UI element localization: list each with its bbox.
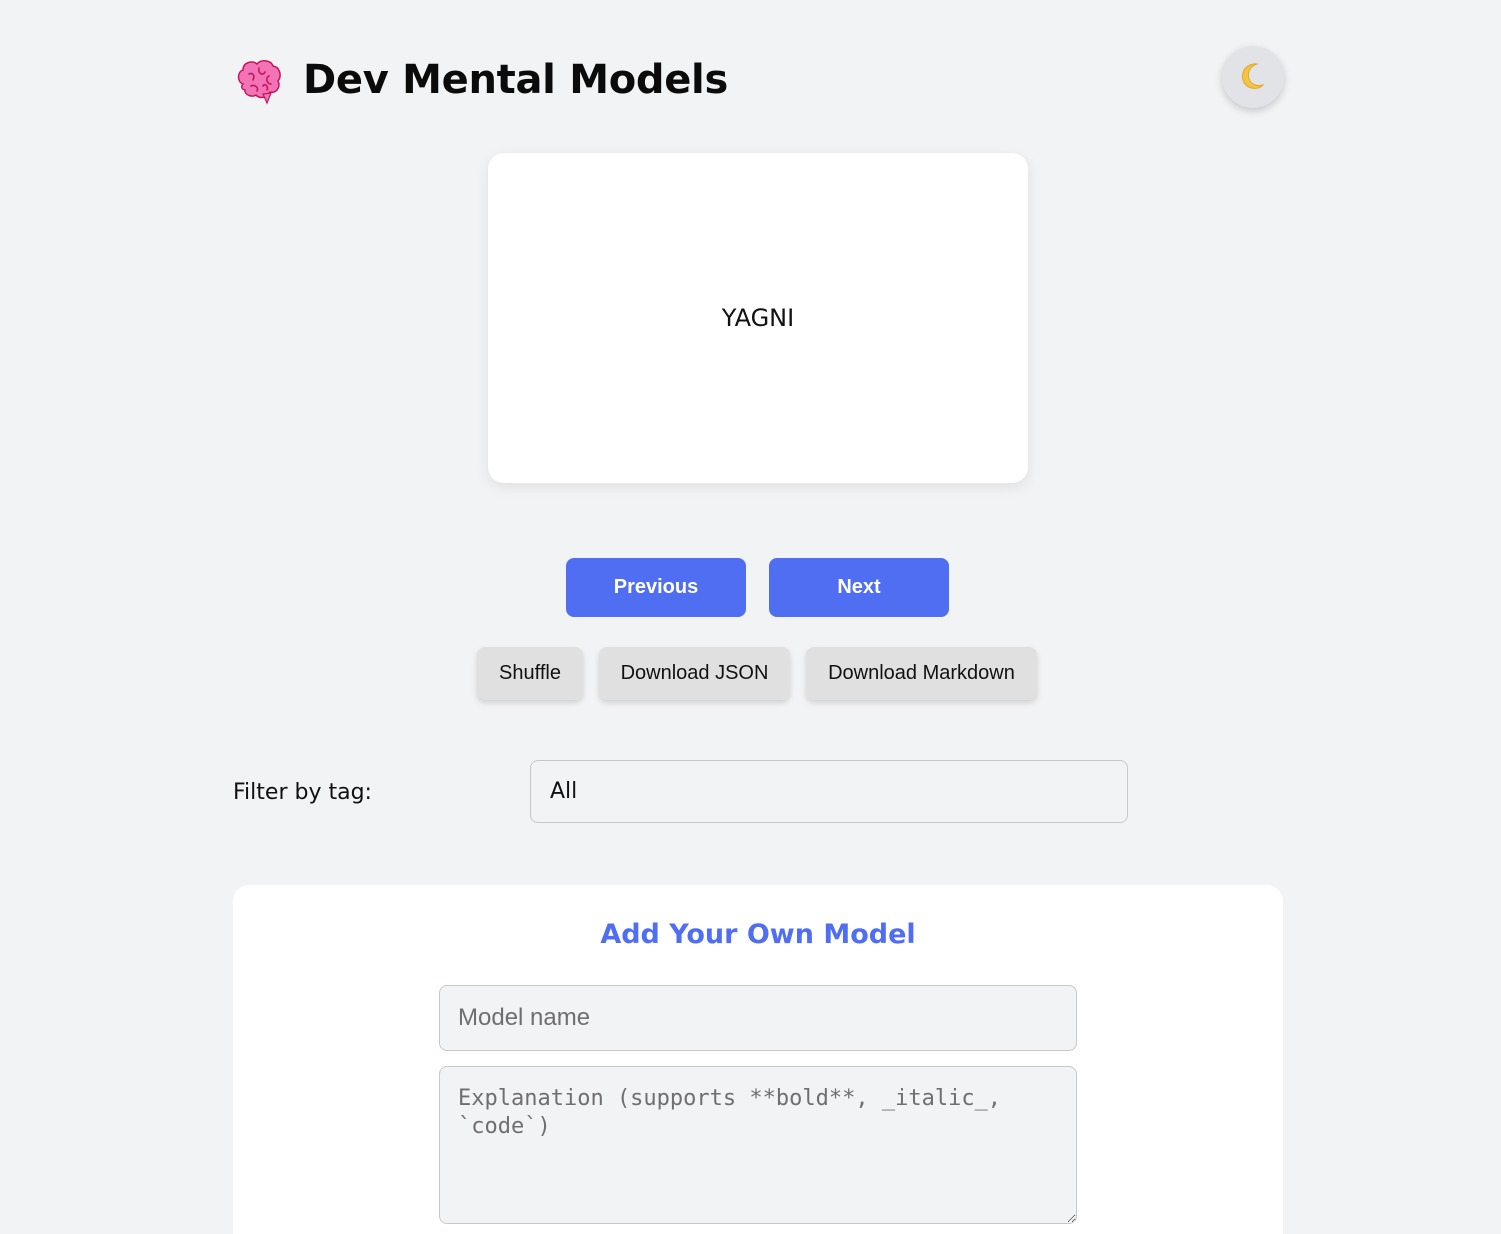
explanation-input[interactable] xyxy=(439,1066,1077,1224)
filter-label: Filter by tag: xyxy=(233,780,372,805)
flashcard[interactable]: YAGNI xyxy=(488,153,1028,483)
add-model-title: Add Your Own Model xyxy=(600,919,916,950)
moon-icon xyxy=(1238,60,1268,95)
page: Dev Mental Models YAGNI Previous Next Sh… xyxy=(0,0,1501,1234)
header: Dev Mental Models xyxy=(233,50,728,110)
theme-toggle-button[interactable] xyxy=(1222,46,1284,108)
tag-filter-select[interactable]: All xyxy=(530,760,1128,823)
download-json-button[interactable]: Download JSON xyxy=(599,647,790,700)
page-title: Dev Mental Models xyxy=(303,57,728,103)
brain-icon xyxy=(233,54,285,106)
model-name-input[interactable] xyxy=(439,985,1077,1051)
next-button[interactable]: Next xyxy=(769,558,949,617)
download-markdown-button[interactable]: Download Markdown xyxy=(806,647,1037,700)
shuffle-button[interactable]: Shuffle xyxy=(477,647,583,700)
tag-filter-value: All xyxy=(550,779,578,804)
card-text: YAGNI xyxy=(721,304,795,332)
previous-button[interactable]: Previous xyxy=(566,558,746,617)
add-model-panel: Add Your Own Model xyxy=(233,885,1283,1234)
